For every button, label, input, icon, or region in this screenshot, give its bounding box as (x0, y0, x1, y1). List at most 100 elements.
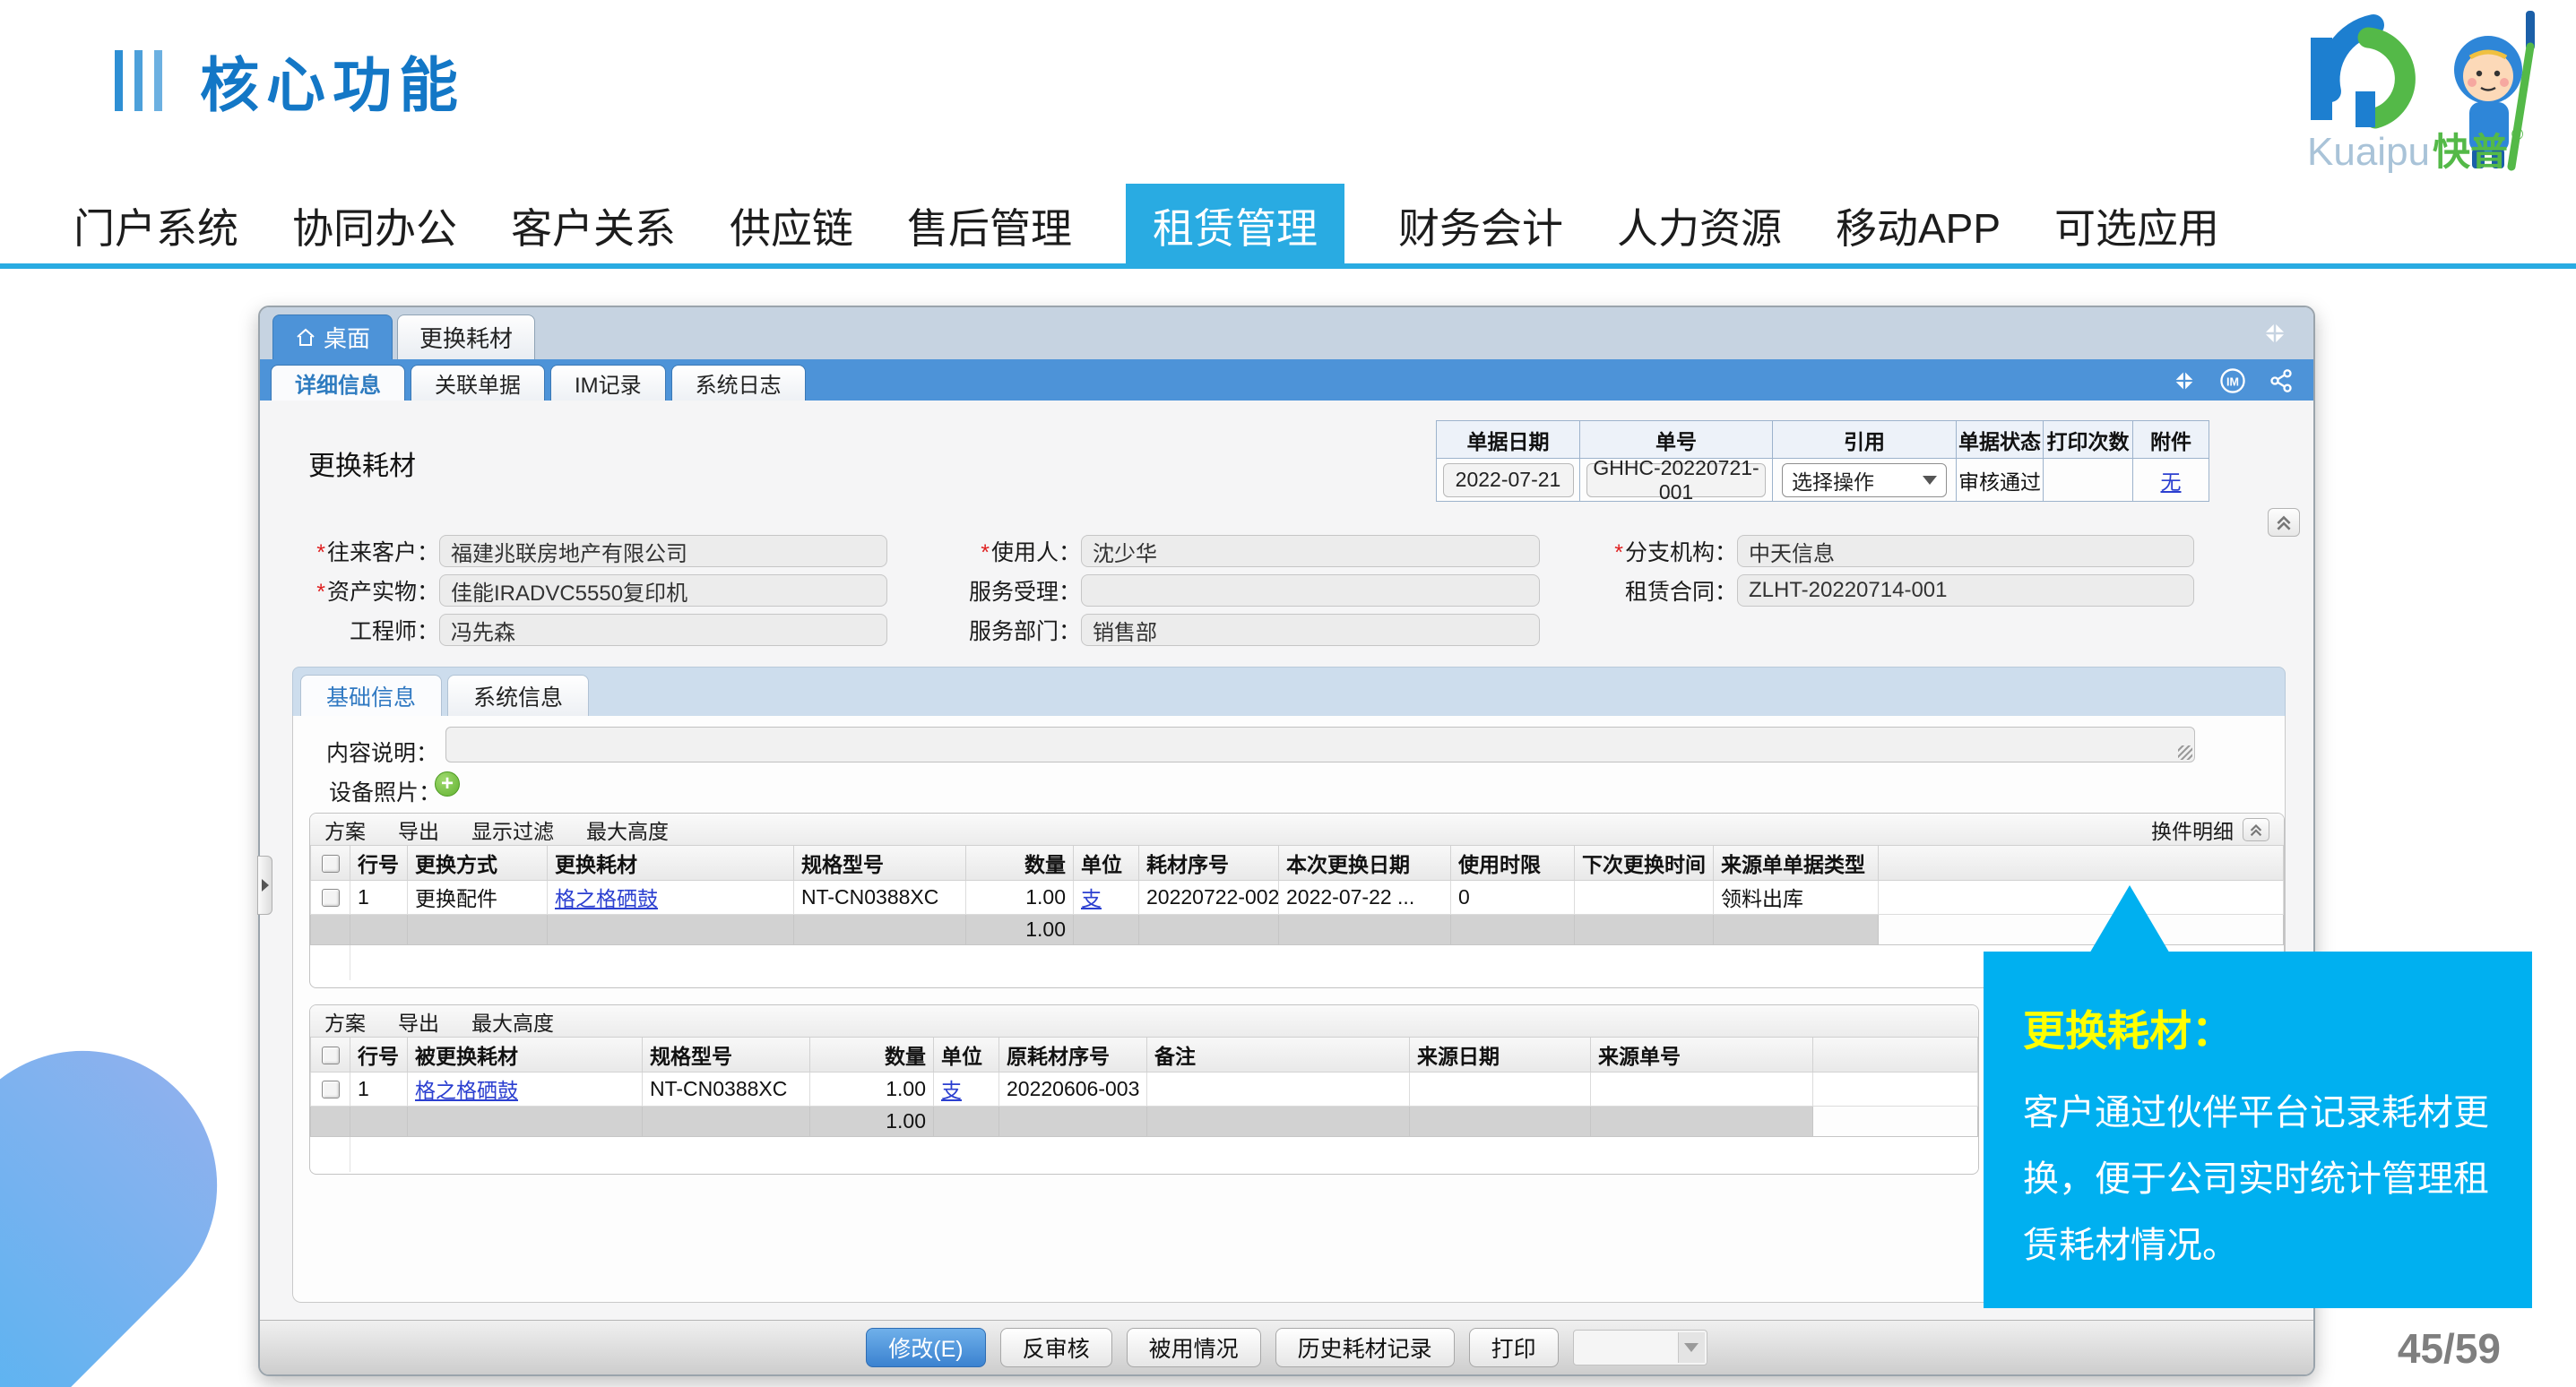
document-title: 更换耗材 (308, 444, 416, 483)
reference-select[interactable]: 选择操作 (1782, 463, 1947, 497)
history-records-button[interactable]: 历史耗材记录 (1275, 1328, 1455, 1367)
nav-item-after-sales[interactable]: 售后管理 (907, 184, 1072, 268)
print-button[interactable]: 打印 (1469, 1328, 1559, 1367)
service-dept-input[interactable]: 销售部 (1081, 614, 1540, 646)
usage-status-button[interactable]: 被用情况 (1127, 1328, 1261, 1367)
logo-brand-cn: 快普 (2433, 131, 2508, 173)
grid1-collapse-button[interactable] (2243, 818, 2269, 841)
attachment-link[interactable]: 无 (2161, 470, 2182, 494)
nav-item-supply-chain[interactable]: 供应链 (730, 184, 853, 268)
detail-subbar: 详细信息 关联单据 IM记录 系统日志 IM (260, 359, 2313, 401)
collapse-header-button[interactable] (2268, 508, 2300, 537)
asset-input[interactable]: 佳能IRADVC5550复印机 (439, 574, 887, 607)
nav-item-finance[interactable]: 财务会计 (1398, 184, 1563, 268)
subtab-detail-info[interactable]: 详细信息 (271, 365, 405, 401)
grid2-col-serial: 原耗材序号 (999, 1038, 1147, 1072)
consumable-link[interactable]: 格之格硒鼓 (555, 887, 658, 910)
grid1-col-qty: 数量 (966, 846, 1074, 880)
tab-doc-label: 更换耗材 (419, 321, 513, 354)
home-icon (295, 327, 316, 349)
kuaipu-logo: Kuaipu 快普 ® (2268, 5, 2563, 177)
grid2-total-qty: 1.00 (810, 1106, 934, 1136)
grid1-show-filter-link[interactable]: 显示过滤 (471, 814, 554, 845)
grid1-plan-link[interactable]: 方案 (324, 814, 366, 845)
branch-input[interactable]: 中天信息 (1737, 535, 2194, 567)
grid1-toolbar: 方案 导出 显示过滤 最大高度 换件明细 (310, 814, 2284, 846)
nav-item-collaboration[interactable]: 协同办公 (292, 184, 457, 268)
footer-select[interactable] (1573, 1330, 1707, 1365)
compress-icon[interactable] (2172, 368, 2197, 398)
grid2-max-height-link[interactable]: 最大高度 (471, 1006, 554, 1037)
resize-grip-icon[interactable] (2178, 745, 2192, 760)
select-all-checkbox[interactable] (322, 855, 340, 873)
grid1-panel-title: 换件明细 (2151, 814, 2234, 845)
consumable-link[interactable]: 格之格硒鼓 (415, 1079, 518, 1102)
doc-date-input[interactable]: 2022-07-21 (1443, 463, 1574, 497)
tab-replace-consumables[interactable]: 更换耗材 (397, 314, 535, 359)
add-photo-icon[interactable]: + (435, 771, 460, 797)
customer-label: *往来客户： (260, 535, 439, 567)
grid2-col-source-date: 来源日期 (1410, 1038, 1591, 1072)
grid1-total-qty: 1.00 (966, 914, 1074, 944)
page-number: 45/59 (2398, 1324, 2501, 1373)
sidebar-expand-handle[interactable] (257, 856, 272, 915)
table-row[interactable]: 1 格之格硒鼓 NT-CN0388XC 1.00 支 20220606-003 (311, 1072, 1978, 1106)
table-row[interactable]: 1 更换配件 格之格硒鼓 NT-CN0388XC 1.00 支 20220722… (311, 880, 2284, 914)
slide: 核心功能 (0, 0, 2576, 1387)
unapprove-button[interactable]: 反审核 (1000, 1328, 1112, 1367)
grid2-plan-link[interactable]: 方案 (324, 1006, 366, 1037)
modify-button[interactable]: 修改(E) (866, 1328, 985, 1367)
col-attachment: 附件 (2133, 421, 2209, 459)
grid2-export-link[interactable]: 导出 (398, 1006, 439, 1037)
engineer-input[interactable]: 冯先森 (439, 614, 887, 646)
service-accept-label: 服务受理： (932, 574, 1081, 607)
grid1-col-unit: 单位 (1074, 846, 1139, 880)
nav-item-optional-apps[interactable]: 可选应用 (2054, 184, 2219, 268)
module-nav: 门户系统 协同办公 客户关系 供应链 售后管理 租赁管理 财务会计 人力资源 移… (0, 186, 2576, 265)
tab-system-info[interactable]: 系统信息 (447, 675, 589, 716)
footer-toolbar: 修改(E) 反审核 被用情况 历史耗材记录 打印 (260, 1320, 2313, 1374)
nav-item-rental-management[interactable]: 租赁管理 (1126, 184, 1344, 268)
grid1-col-line-no: 行号 (350, 846, 408, 880)
grid2-col-line-no: 行号 (350, 1038, 408, 1072)
nav-item-mobile-app[interactable]: 移动APP (1836, 184, 2001, 268)
unit-link[interactable]: 支 (1081, 887, 1102, 910)
subbar-icons: IM (2172, 366, 2294, 400)
nav-item-hr[interactable]: 人力资源 (1617, 184, 1782, 268)
unit-link[interactable]: 支 (941, 1079, 962, 1102)
doc-no-input[interactable]: GHHC-20220721-001 (1586, 463, 1766, 497)
row-checkbox[interactable] (322, 889, 340, 907)
subtab-related-docs[interactable]: 关联单据 (411, 365, 545, 401)
nav-item-crm[interactable]: 客户关系 (511, 184, 676, 268)
grid2-table: 行号 被更换耗材 规格型号 数量 单位 原耗材序号 备注 来源日期 来源单号 (310, 1038, 1978, 1172)
grid1-col-next-change: 下次更换时间 (1575, 846, 1714, 880)
summary-row: 1.00 (311, 914, 2284, 944)
tab-basic-info[interactable]: 基础信息 (300, 675, 442, 716)
rental-contract-input[interactable]: ZLHT-20220714-001 (1737, 574, 2194, 607)
compress-icon[interactable] (2261, 320, 2288, 351)
subtab-im-records[interactable]: IM记录 (550, 365, 666, 401)
service-accept-input[interactable] (1081, 574, 1540, 607)
nav-item-portal[interactable]: 门户系统 (73, 184, 238, 268)
share-icon[interactable] (2269, 368, 2294, 398)
reference-select-value: 选择操作 (1792, 465, 1874, 495)
grid1-col-consumable: 更换耗材 (548, 846, 794, 880)
im-icon[interactable]: IM (2218, 366, 2247, 400)
callout-title: 更换耗材： (2023, 996, 2532, 1058)
grid1-col-model: 规格型号 (794, 846, 966, 880)
summary-row: 1.00 (311, 1106, 1978, 1136)
grid2-col-model: 规格型号 (643, 1038, 810, 1072)
user-input[interactable]: 沈少华 (1081, 535, 1540, 567)
row-checkbox[interactable] (322, 1081, 340, 1098)
grid1-col-change-date: 本次更换日期 (1279, 846, 1451, 880)
tab-desktop[interactable]: 桌面 (272, 314, 393, 359)
content-desc-textarea[interactable] (445, 727, 2195, 762)
subtab-system-log[interactable]: 系统日志 (671, 365, 806, 401)
customer-input[interactable]: 福建兆联房地产有限公司 (439, 535, 887, 567)
slide-header: 核心功能 (115, 38, 465, 124)
select-all-checkbox[interactable] (322, 1047, 340, 1064)
grid2-col-source-no: 来源单号 (1591, 1038, 1813, 1072)
grid1-max-height-link[interactable]: 最大高度 (586, 814, 669, 845)
col-print-count: 打印次数 (2044, 421, 2133, 459)
grid1-export-link[interactable]: 导出 (398, 814, 439, 845)
